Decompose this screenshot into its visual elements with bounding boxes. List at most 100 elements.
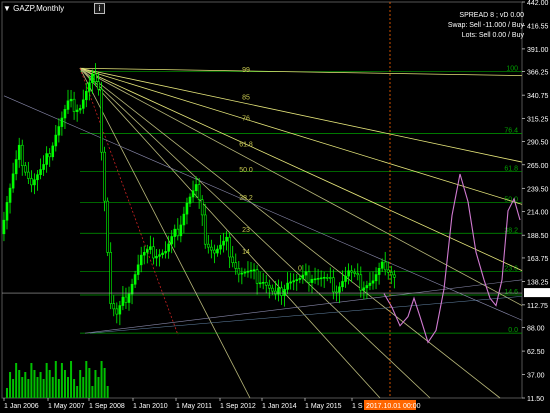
fib-retracement-label: 61.8 <box>504 166 518 173</box>
volume-bar <box>79 370 82 398</box>
volume-bar <box>18 370 21 398</box>
bull-candle <box>249 269 253 272</box>
bear-candle <box>280 287 283 296</box>
volume-bar <box>91 386 94 398</box>
volume-bar <box>63 370 66 398</box>
volume-bar <box>42 379 45 398</box>
x-axis-label: 1 S <box>352 403 363 410</box>
bear-candle <box>124 296 128 303</box>
bear-candle <box>271 287 274 292</box>
bull-candle <box>133 274 137 285</box>
y-axis-label: 290.50 <box>527 139 549 146</box>
bear-candle <box>23 165 27 173</box>
bull-candle <box>39 169 42 175</box>
bull-candle <box>322 277 326 279</box>
x-axis-label: 1 Sep 2008 <box>89 403 125 410</box>
volume-bar <box>100 361 103 398</box>
bear-candle <box>30 178 33 186</box>
lots-line: Lots: Sell 0.00 / Buy <box>461 32 524 39</box>
bull-candle <box>188 196 192 204</box>
trendline <box>89 296 523 334</box>
bear-candle <box>106 200 109 253</box>
fib-fan-line <box>79 67 523 163</box>
bull-candle <box>347 270 350 277</box>
spread-info-panel: SPREAD 8 ; vD 0.00 Swap: Sell -11.000 / … <box>448 11 524 41</box>
bear-candle <box>72 98 76 112</box>
bull-candle <box>292 280 296 283</box>
bull-candle <box>11 173 15 189</box>
x-axis-label: 1 Jan 2014 <box>262 403 297 410</box>
info-button[interactable]: i <box>94 3 105 14</box>
bear-candle <box>264 281 268 286</box>
y-axis-label: 188.50 <box>527 233 549 240</box>
bear-candle <box>231 256 234 263</box>
bull-candle <box>139 254 143 266</box>
fib-fan-line <box>79 67 523 271</box>
chevron-down-icon[interactable]: ▼ <box>3 4 11 13</box>
bear-candle <box>109 252 112 304</box>
y-axis-label: 112.75 <box>527 303 548 310</box>
fib-fan-label: 85 <box>242 95 250 102</box>
volume-bar <box>27 379 30 398</box>
bear-candle <box>176 228 180 237</box>
bull-candle <box>216 248 219 254</box>
bull-candle <box>57 126 61 136</box>
bull-candle <box>164 251 167 254</box>
bull-candle <box>219 244 222 250</box>
bull-candle <box>368 282 372 286</box>
y-axis-label: 163.75 <box>527 256 549 263</box>
bear-candle <box>325 277 329 279</box>
volume-bar <box>85 361 88 398</box>
volume-bar <box>9 372 12 398</box>
current-price-label: 125.55 <box>526 291 548 298</box>
forecast-curve <box>383 173 521 344</box>
bull-candle <box>341 281 344 288</box>
volume-bar <box>24 372 27 398</box>
bull-candle <box>118 305 122 315</box>
bull-candle <box>258 282 262 285</box>
volume-bar <box>82 377 85 398</box>
fib-fan-label: 61.8 <box>239 141 253 148</box>
chart-window[interactable]: 100 76.4 61.8 50.0 38.2 23.6 14.6 0.0 99 85 76 61.8… <box>0 0 550 413</box>
bear-candle <box>100 88 103 153</box>
fib-fan-label: 14 <box>242 249 250 256</box>
bear-candle <box>356 273 360 276</box>
x-axis-label: 1 Sep 2012 <box>220 403 256 410</box>
bull-candle <box>91 73 94 83</box>
bear-candle <box>359 274 363 291</box>
bull-candle <box>313 278 317 281</box>
bull-candle <box>51 145 55 158</box>
volume-bar <box>103 368 106 398</box>
bull-candle <box>2 219 6 235</box>
volume-bar <box>39 372 42 398</box>
y-axis-label: 315.25 <box>527 117 549 124</box>
bear-candle <box>383 261 387 271</box>
bull-candle <box>225 236 228 242</box>
bull-candle <box>69 98 73 102</box>
bear-candle <box>97 81 100 90</box>
volume-bar <box>15 363 18 398</box>
chart-canvas[interactable]: 10076.461.850.038.223.614.60.099857661.8… <box>0 0 550 413</box>
bear-candle <box>332 277 335 293</box>
bear-candle <box>152 246 155 259</box>
bear-candle <box>197 184 201 201</box>
volume-bar <box>54 361 57 398</box>
bull-candle <box>380 261 384 269</box>
bull-candle <box>283 289 286 296</box>
y-axis-label: 442.00 <box>527 0 549 7</box>
volume-bar <box>36 377 39 398</box>
bear-candle <box>274 290 277 295</box>
bear-candle <box>234 262 238 269</box>
y-axis-label: 11.50 <box>527 396 544 403</box>
bear-candle <box>210 246 213 251</box>
symbol-title[interactable]: ▼ GAZP,Monthly <box>3 4 64 13</box>
bear-candle <box>228 236 231 258</box>
volume-bar <box>97 377 100 398</box>
bull-candle <box>66 100 70 110</box>
x-axis-label: 1 May 2015 <box>305 403 342 410</box>
bull-candle <box>295 279 299 282</box>
bear-candle <box>207 243 210 248</box>
y-axis-label: 391.00 <box>527 47 549 54</box>
bull-candle <box>63 109 67 119</box>
bull-candle <box>130 283 134 295</box>
